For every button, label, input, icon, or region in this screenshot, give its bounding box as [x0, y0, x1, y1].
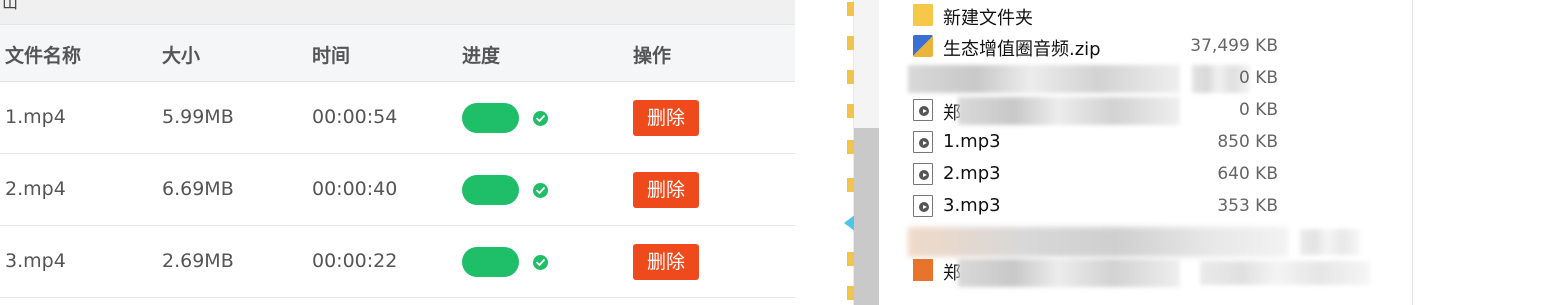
header-size: 大小: [162, 45, 201, 67]
header-time: 时间: [312, 45, 351, 67]
table-row: 3.mp4 2.69MB 00:00:22 删除: [0, 226, 795, 298]
check-circle-icon: [533, 111, 548, 126]
delete-button[interactable]: 删除: [633, 100, 699, 136]
progress-bar: [462, 247, 519, 277]
file-size-cell: 6.69MB: [162, 178, 234, 200]
folder-icon: [847, 252, 854, 266]
file-size-cell: 5.99MB: [162, 106, 234, 128]
file-name-cell: 2.mp4: [5, 178, 66, 200]
scrollbar-thumb[interactable]: [854, 128, 879, 305]
folder-icon: [913, 4, 933, 26]
redacted-region: [1200, 261, 1370, 285]
top-toolbar-strip: 山: [0, 0, 795, 25]
file-name-cell: 1.mp4: [5, 106, 66, 128]
header-action: 操作: [633, 45, 672, 67]
table-row: 1.mp4 5.99MB 00:00:54 删除: [0, 82, 795, 154]
audio-file-icon: [913, 195, 933, 217]
folder-icon: [847, 286, 854, 300]
file-name: 3.mp3: [943, 195, 1001, 216]
file-size: 353 KB: [1217, 196, 1278, 216]
folder-icon: [847, 2, 854, 16]
check-circle-icon: [533, 255, 548, 270]
table-row: 2.mp4 6.69MB 00:00:40 删除: [0, 154, 795, 226]
header-file-name: 文件名称: [5, 45, 82, 67]
file-size-cell: 2.69MB: [162, 250, 234, 272]
list-item[interactable]: 郑 0 KB: [880, 95, 1412, 127]
check-circle-icon: [533, 183, 548, 198]
list-item[interactable]: 2.mp3 640 KB: [880, 159, 1412, 191]
zip-archive-icon: [913, 35, 933, 57]
redacted-region: [908, 65, 1180, 93]
delete-button[interactable]: 删除: [633, 244, 699, 280]
progress-bar: [462, 175, 519, 205]
file-time-cell: 00:00:22: [312, 250, 398, 272]
redacted-region: [908, 227, 1288, 257]
file-time-cell: 00:00:54: [312, 106, 398, 128]
file-time-cell: 00:00:40: [312, 178, 398, 200]
file-explorer: 新建文件夹 生态增值圈音频.zip 37,499 KB 0 KB 郑 0 KB …: [840, 0, 1545, 305]
folder-icon: [847, 70, 854, 84]
file-name: 生态增值圈音频.zip: [943, 39, 1101, 60]
list-item[interactable]: 3.mp3 353 KB: [880, 191, 1412, 223]
file-size: 37,499 KB: [1190, 36, 1278, 56]
file-name: 1.mp3: [943, 131, 1001, 152]
folder-icon: [847, 104, 854, 118]
audio-file-icon: [913, 163, 933, 185]
header-progress: 进度: [462, 45, 501, 67]
file-name: 新建文件夹: [943, 8, 1033, 29]
file-size: 850 KB: [1217, 132, 1278, 152]
folder-icon: [847, 178, 854, 192]
audio-file-icon: [913, 99, 933, 121]
list-item[interactable]: 生态增值圈音频.zip 37,499 KB: [880, 31, 1412, 63]
list-item[interactable]: 1.mp3 850 KB: [880, 127, 1412, 159]
file-size: 640 KB: [1217, 164, 1278, 184]
list-item[interactable]: 0 KB: [880, 63, 1412, 95]
upload-panel: 山 文件名称 大小 时间 进度 操作 1.mp4 5.99MB 00:00:54…: [0, 0, 795, 305]
redacted-region: [958, 97, 1180, 125]
progress-bar: [462, 103, 519, 133]
list-item[interactable]: 郑: [880, 255, 1412, 287]
audio-file-icon: [913, 131, 933, 153]
file-size: 0 KB: [1238, 68, 1278, 88]
file-name-cell: 3.mp4: [5, 250, 66, 272]
redacted-region: [958, 259, 1180, 287]
flac-file-icon: [913, 259, 933, 281]
redacted-region: [1300, 229, 1360, 255]
file-list: 新建文件夹 生态增值圈音频.zip 37,499 KB 0 KB 郑 0 KB …: [880, 0, 1413, 305]
folder-icon: [847, 140, 854, 154]
table-header: 文件名称 大小 时间 进度 操作: [0, 25, 795, 82]
top-toolbar-fragment: 山: [2, 0, 19, 12]
folder-icon: [847, 36, 854, 50]
list-item[interactable]: 新建文件夹: [880, 0, 1412, 32]
list-item[interactable]: [880, 223, 1412, 257]
file-size: 0 KB: [1238, 100, 1278, 120]
file-name: 2.mp3: [943, 163, 1001, 184]
navigation-pane[interactable]: [840, 0, 854, 305]
delete-button[interactable]: 删除: [633, 172, 699, 208]
